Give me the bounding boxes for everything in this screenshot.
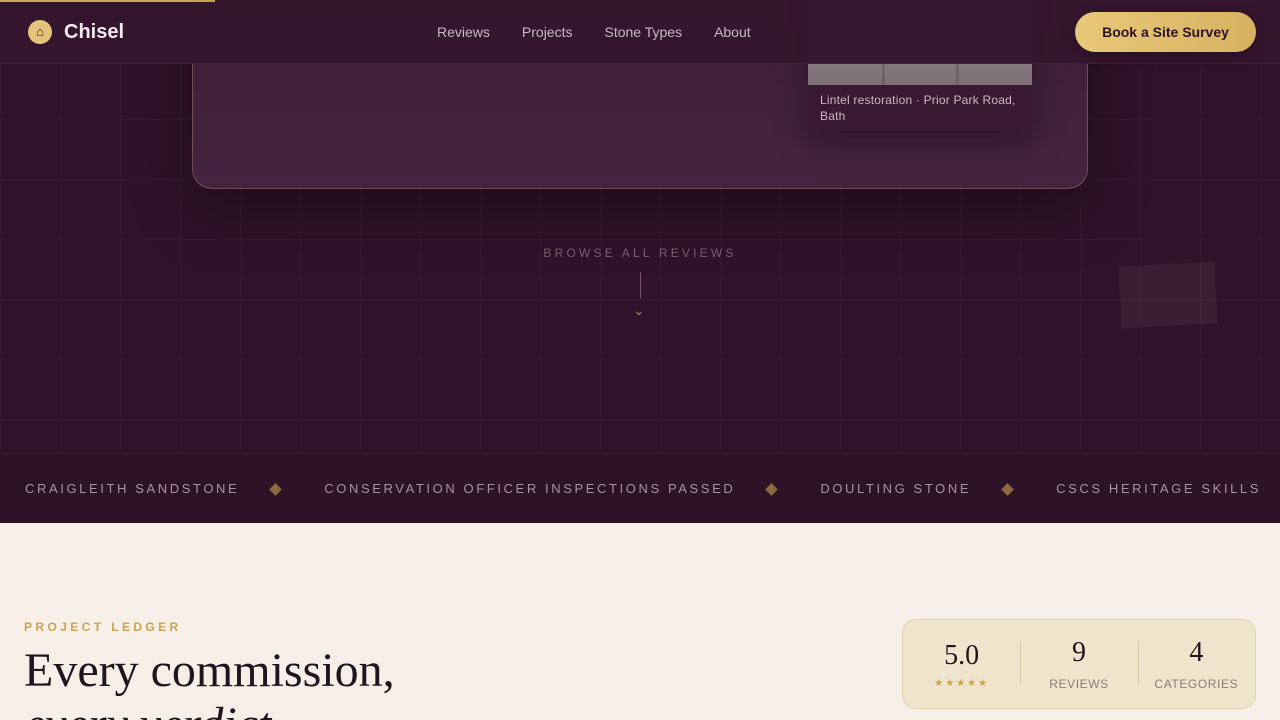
categories-count: 4 [1189,637,1204,668]
ticker-item: CSCS HERITAGE SKILLS [1056,481,1262,496]
stat-rating: 5.0 ★★★★★ [903,640,1020,689]
heading-line-1: Every commission, [24,644,395,697]
stat-categories: 4 CATEGORIES [1137,637,1255,691]
hero-section: Lintel restoration · Prior Park Road, Ba… [0,0,1280,453]
browse-all-reviews-link[interactable]: BROWSE ALL REVIEWS [0,246,1280,260]
photo-caption: Lintel restoration · Prior Park Road, Ba… [820,93,1016,123]
ticker-track: CRAIGLEITH SANDSTONE CONSERVATION OFFICE… [25,482,1280,496]
credentials-ticker: CRAIGLEITH SANDSTONE CONSERVATION OFFICE… [0,453,1280,523]
book-site-survey-button[interactable]: Book a Site Survey [1075,12,1256,52]
ticker-item: CRAIGLEITH SANDSTONE [25,481,240,496]
diamond-icon [765,482,779,496]
diamond-icon [1001,482,1014,496]
heading-line-2: every verdict. [24,698,395,720]
project-ledger-section: PROJECT LEDGER Every commission, every v… [0,523,1280,720]
arch-icon[interactable]: ⌂ [28,20,52,44]
decorative-stone-block [1118,261,1218,329]
nav-link-projects[interactable]: Projects [522,23,573,41]
categories-label: CATEGORIES [1154,677,1239,691]
nav-link-stone-types[interactable]: Stone Types [604,23,682,41]
reviews-label: REVIEWS [1049,677,1109,691]
brand-name[interactable]: Chisel [64,20,124,44]
nav-link-about[interactable]: About [714,23,751,41]
nav-links: Reviews Projects Stone Types About [437,23,751,41]
ticker-item: DOULTING STONE [820,481,972,496]
section-heading: Every commission, every verdict. [24,644,395,720]
nav-link-reviews[interactable]: Reviews [437,23,490,41]
scroll-progress-bar [0,0,215,2]
reviews-count: 9 [1071,637,1086,668]
chevron-down-icon[interactable]: ⌄ [633,303,645,317]
stats-panel: 5.0 ★★★★★ 9 REVIEWS 4 CATEGORIES [902,619,1256,709]
star-rating-icon: ★★★★★ [934,677,990,689]
scroll-indicator-line [640,272,641,298]
rating-value: 5.0 [944,639,980,671]
diamond-icon [269,482,283,496]
top-navigation: ⌂ Chisel Reviews Projects Stone Types Ab… [0,0,1280,64]
section-eyebrow: PROJECT LEDGER [24,620,182,634]
stat-reviews: 9 REVIEWS [1020,637,1137,691]
ticker-item: CONSERVATION OFFICER INSPECTIONS PASSED [324,481,736,496]
